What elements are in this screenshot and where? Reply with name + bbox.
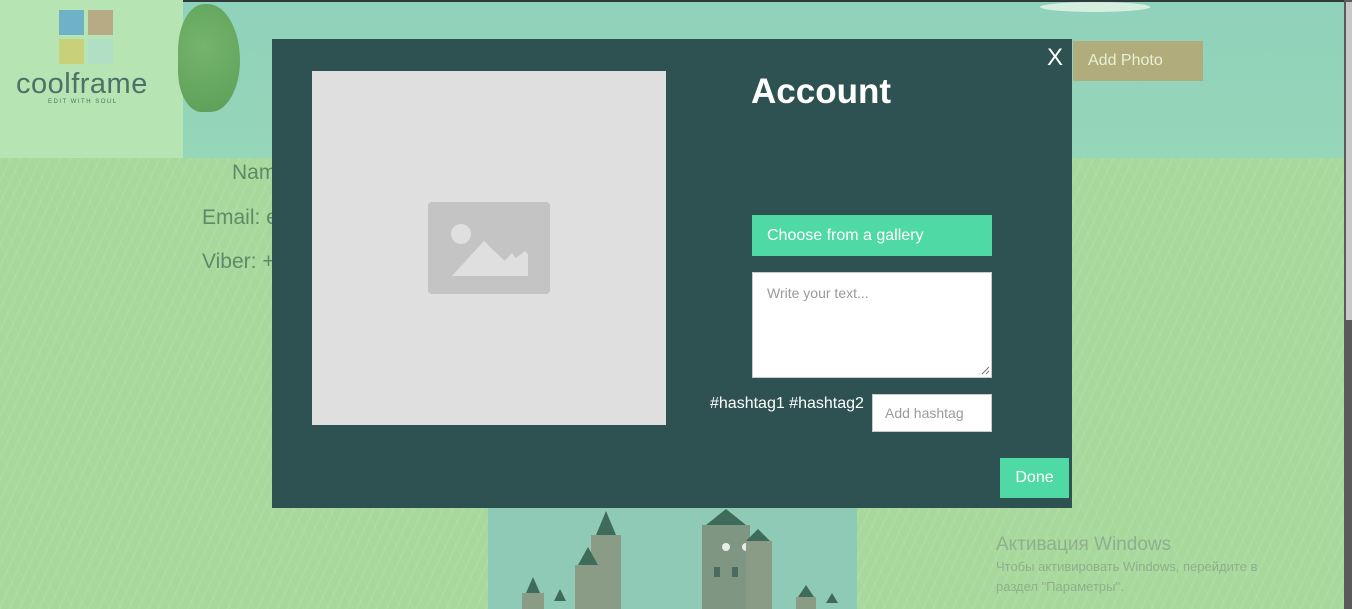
logo-wordmark: coolframe xyxy=(16,68,148,100)
scrollbar-thumb[interactable] xyxy=(1346,2,1352,320)
image-placeholder-icon xyxy=(428,202,550,294)
page: coolframe EDIT WITH SOUL Nam Email: e Vi… xyxy=(0,0,1352,609)
text-input[interactable] xyxy=(752,272,992,378)
logo-square-tan xyxy=(88,10,113,35)
profile-name-label: Nam xyxy=(232,161,277,184)
cloud xyxy=(1040,2,1150,12)
hashtag-list: #hashtag1 #hashtag2 xyxy=(710,395,864,412)
castle-illustration xyxy=(488,507,857,609)
modal-title: Account xyxy=(751,72,891,111)
windows-activation-line2: раздел "Параметры". xyxy=(996,579,1124,594)
logo-square-mint xyxy=(88,39,113,64)
top-border xyxy=(0,0,1352,2)
account-modal: X Account Choose from a gallery #hashtag… xyxy=(272,39,1072,508)
tree-decoration xyxy=(178,4,240,112)
profile-viber-label: Viber: + xyxy=(202,250,275,273)
add-photo-button[interactable]: Add Photo xyxy=(1073,41,1203,81)
close-button[interactable]: X xyxy=(1047,44,1063,72)
windows-activation-title: Активация Windows xyxy=(996,534,1172,555)
logo-square-yellow xyxy=(59,39,84,64)
windows-activation-watermark: Активация Windows Чтобы активировать Win… xyxy=(996,534,1257,597)
profile-email-label: Email: e xyxy=(202,206,278,229)
choose-from-gallery-button[interactable]: Choose from a gallery xyxy=(752,215,992,256)
logo-tagline: EDIT WITH SOUL xyxy=(48,99,118,105)
logo[interactable]: coolframe EDIT WITH SOUL xyxy=(0,0,183,158)
windows-activation-line1: Чтобы активировать Windows, перейдите в xyxy=(996,559,1258,574)
add-hashtag-input[interactable] xyxy=(872,394,992,432)
done-button[interactable]: Done xyxy=(1000,458,1069,498)
image-preview xyxy=(312,71,666,425)
resize-grip-icon[interactable] xyxy=(981,366,990,375)
castle-photo xyxy=(488,507,857,609)
logo-square-blue xyxy=(59,10,84,35)
